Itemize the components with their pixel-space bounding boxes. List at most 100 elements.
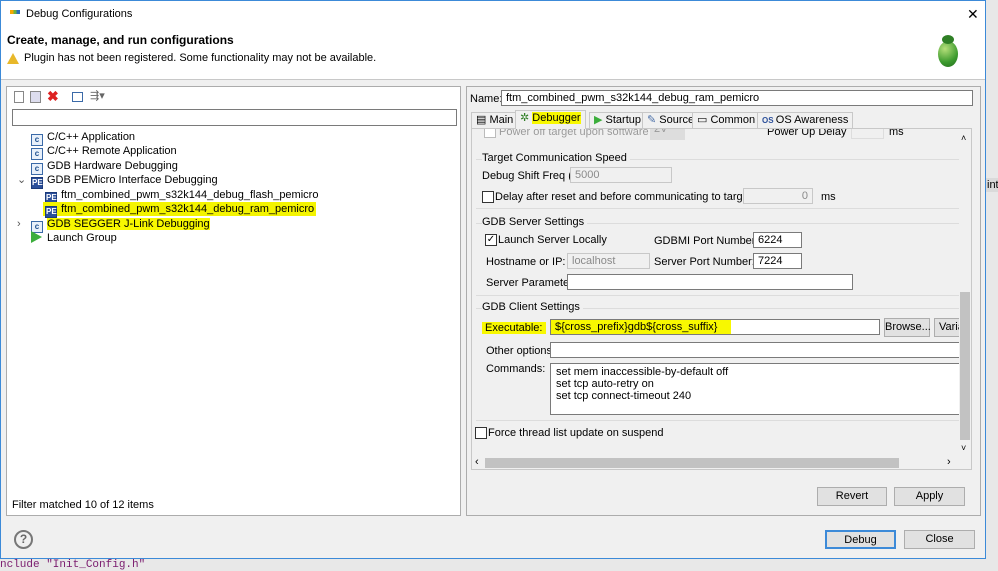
delay-checkbox[interactable] xyxy=(482,191,494,203)
close-button[interactable]: Close xyxy=(904,530,975,549)
tab-os-awareness[interactable]: OS OS Awareness xyxy=(757,112,854,128)
play-icon: ▶ xyxy=(594,114,606,126)
tree-item-gdb-segger[interactable]: › c GDB SEGGER J-Link Debugging xyxy=(17,217,210,233)
power-up-delay-input[interactable] xyxy=(851,129,884,139)
debug-button[interactable]: Debug xyxy=(825,530,896,549)
power-off-checkbox[interactable] xyxy=(484,129,496,138)
scroll-left-icon[interactable]: ‹ xyxy=(475,456,479,468)
tree-item-label: C/C++ Remote Application xyxy=(47,145,177,157)
force-thread-label: Force thread list update on suspend xyxy=(488,427,664,439)
tab-common[interactable]: ▭ Common xyxy=(692,112,761,128)
tab-source[interactable]: ✎ Source xyxy=(642,112,700,128)
hostname-label: Hostname or IP: xyxy=(486,256,566,268)
scroll-up-icon[interactable]: ˄ xyxy=(961,133,966,143)
tab-content: Power off target upon software exit 2V P… xyxy=(471,128,972,470)
name-input[interactable] xyxy=(501,90,973,106)
window-icon: ▭ xyxy=(697,114,711,126)
document-icon: ▤ xyxy=(476,114,490,126)
other-options-input[interactable] xyxy=(550,342,970,358)
title-bar: Debug Configurations ✕ xyxy=(1,1,985,27)
browse-button[interactable]: Browse... xyxy=(884,318,931,337)
horizontal-scrollbar[interactable]: ‹ › xyxy=(472,456,959,469)
hostname-input[interactable] xyxy=(567,253,650,269)
speed-group-title: Target Communication Speed xyxy=(482,152,630,164)
window-title: Debug Configurations xyxy=(26,8,133,20)
launch-server-label: Launch Server Locally xyxy=(498,234,607,246)
scroll-down-icon[interactable]: ˅ xyxy=(961,443,966,453)
tree-item-gdb-hardware-debugging[interactable]: c GDB Hardware Debugging xyxy=(31,159,178,175)
tree-item-launch-group[interactable]: Launch Group xyxy=(31,231,117,245)
delay-label: Delay after reset and before communicati… xyxy=(495,191,768,203)
gdbmi-port-input[interactable] xyxy=(753,232,802,248)
close-icon[interactable]: ✕ xyxy=(967,6,979,23)
tree-item-label: ftm_combined_pwm_s32k144_debug_ram_pemic… xyxy=(61,203,315,215)
tree-item-debug-ram-selected[interactable]: PE ftm_combined_pwm_s32k144_debug_ram_pem… xyxy=(43,202,317,218)
pe-icon: PE xyxy=(31,177,43,189)
tree-item-cpp-remote-application[interactable]: c C/C++ Remote Application xyxy=(31,144,177,160)
server-group-title: GDB Server Settings xyxy=(482,216,588,228)
tab-label: Startup xyxy=(605,114,641,126)
server-port-label: Server Port Number: xyxy=(654,256,755,268)
server-parameters-input[interactable] xyxy=(567,274,853,290)
executable-input[interactable] xyxy=(550,319,880,335)
tree-item-label: GDB SEGGER J-Link Debugging xyxy=(47,218,210,230)
dialog-header: Create, manage, and run configurations P… xyxy=(1,27,985,80)
launch-icon xyxy=(31,231,42,243)
warning-icon xyxy=(7,53,19,64)
tree-item-debug-flash[interactable]: PE ftm_combined_pwm_s32k144_debug_flash_p… xyxy=(45,188,319,204)
power-up-delay-label: Power Up Delay xyxy=(767,128,847,138)
power-off-voltage-select[interactable]: 2V xyxy=(650,129,685,140)
scrollbar-thumb[interactable] xyxy=(960,292,970,440)
gdbmi-port-label: GDBMI Port Number: xyxy=(654,235,759,247)
commands-textarea[interactable]: set mem inaccessible-by-default off set … xyxy=(550,363,970,415)
debug-configurations-dialog: Debug Configurations ✕ Create, manage, a… xyxy=(0,0,986,559)
scrollbar-thumb[interactable] xyxy=(485,458,899,468)
server-port-input[interactable] xyxy=(753,253,802,269)
tab-label: Source xyxy=(659,114,695,126)
revert-button[interactable]: Revert xyxy=(817,487,887,506)
power-up-delay-unit: ms xyxy=(889,128,904,138)
new-configuration-icon[interactable] xyxy=(14,91,24,103)
tab-label: OS Awareness xyxy=(775,114,849,126)
apply-button[interactable]: Apply xyxy=(894,487,965,506)
power-off-label: Power off target upon software exit xyxy=(499,128,669,138)
client-group-title: GDB Client Settings xyxy=(482,301,583,313)
force-thread-checkbox[interactable] xyxy=(475,427,487,439)
app-icon xyxy=(10,10,20,14)
tab-main[interactable]: ▤ Main xyxy=(471,112,519,128)
delay-unit: ms xyxy=(821,191,836,203)
commands-label: Commands: xyxy=(486,363,546,375)
launch-server-checkbox[interactable]: ✓ xyxy=(485,234,497,246)
tree-item-gdb-pemicro[interactable]: ⌄ PE GDB PEMicro Interface Debugging xyxy=(17,173,218,189)
executable-label: Executable: xyxy=(482,322,547,334)
tree-item-cpp-application[interactable]: c C/C++ Application xyxy=(31,130,135,146)
configuration-tree-panel: ✖ ⇶▾ c C/C++ Application c C/C++ Remote Ap… xyxy=(6,86,461,516)
tab-debugger[interactable]: ✲ Debugger xyxy=(515,110,586,129)
freq-input[interactable] xyxy=(570,167,672,183)
page-title: Create, manage, and run configurations xyxy=(7,33,234,47)
help-icon[interactable]: ? xyxy=(14,530,33,549)
tree-item-label: ftm_combined_pwm_s32k144_debug_flash_pem… xyxy=(61,189,319,201)
scroll-right-icon[interactable]: › xyxy=(947,456,951,468)
duplicate-icon[interactable] xyxy=(30,91,41,103)
tab-label: Main xyxy=(489,114,514,126)
tree-item-label: GDB PEMicro Interface Debugging xyxy=(47,174,218,186)
background-side-text: int xyxy=(986,178,998,192)
source-icon: ✎ xyxy=(647,114,660,126)
tab-startup[interactable]: ▶ Startup xyxy=(589,112,646,128)
name-label: Name: xyxy=(470,93,503,105)
filter-icon[interactable]: ⇶▾ xyxy=(90,89,105,102)
vertical-scrollbar[interactable]: ˄ ˅ xyxy=(959,129,971,457)
delete-icon[interactable]: ✖ xyxy=(47,88,59,105)
collapse-all-icon[interactable] xyxy=(72,92,83,102)
chevron-right-icon[interactable]: › xyxy=(17,217,31,231)
delay-input[interactable] xyxy=(743,188,813,204)
os-icon: OS xyxy=(762,116,776,125)
filter-input[interactable] xyxy=(12,109,457,126)
other-options-label: Other options: xyxy=(486,345,556,357)
tab-label: Debugger xyxy=(532,112,581,124)
gear-bug-icon: ✲ xyxy=(520,112,533,124)
tab-label: Common xyxy=(710,114,756,126)
tree-item-label: GDB Hardware Debugging xyxy=(47,160,178,172)
chevron-down-icon[interactable]: ⌄ xyxy=(17,173,31,187)
